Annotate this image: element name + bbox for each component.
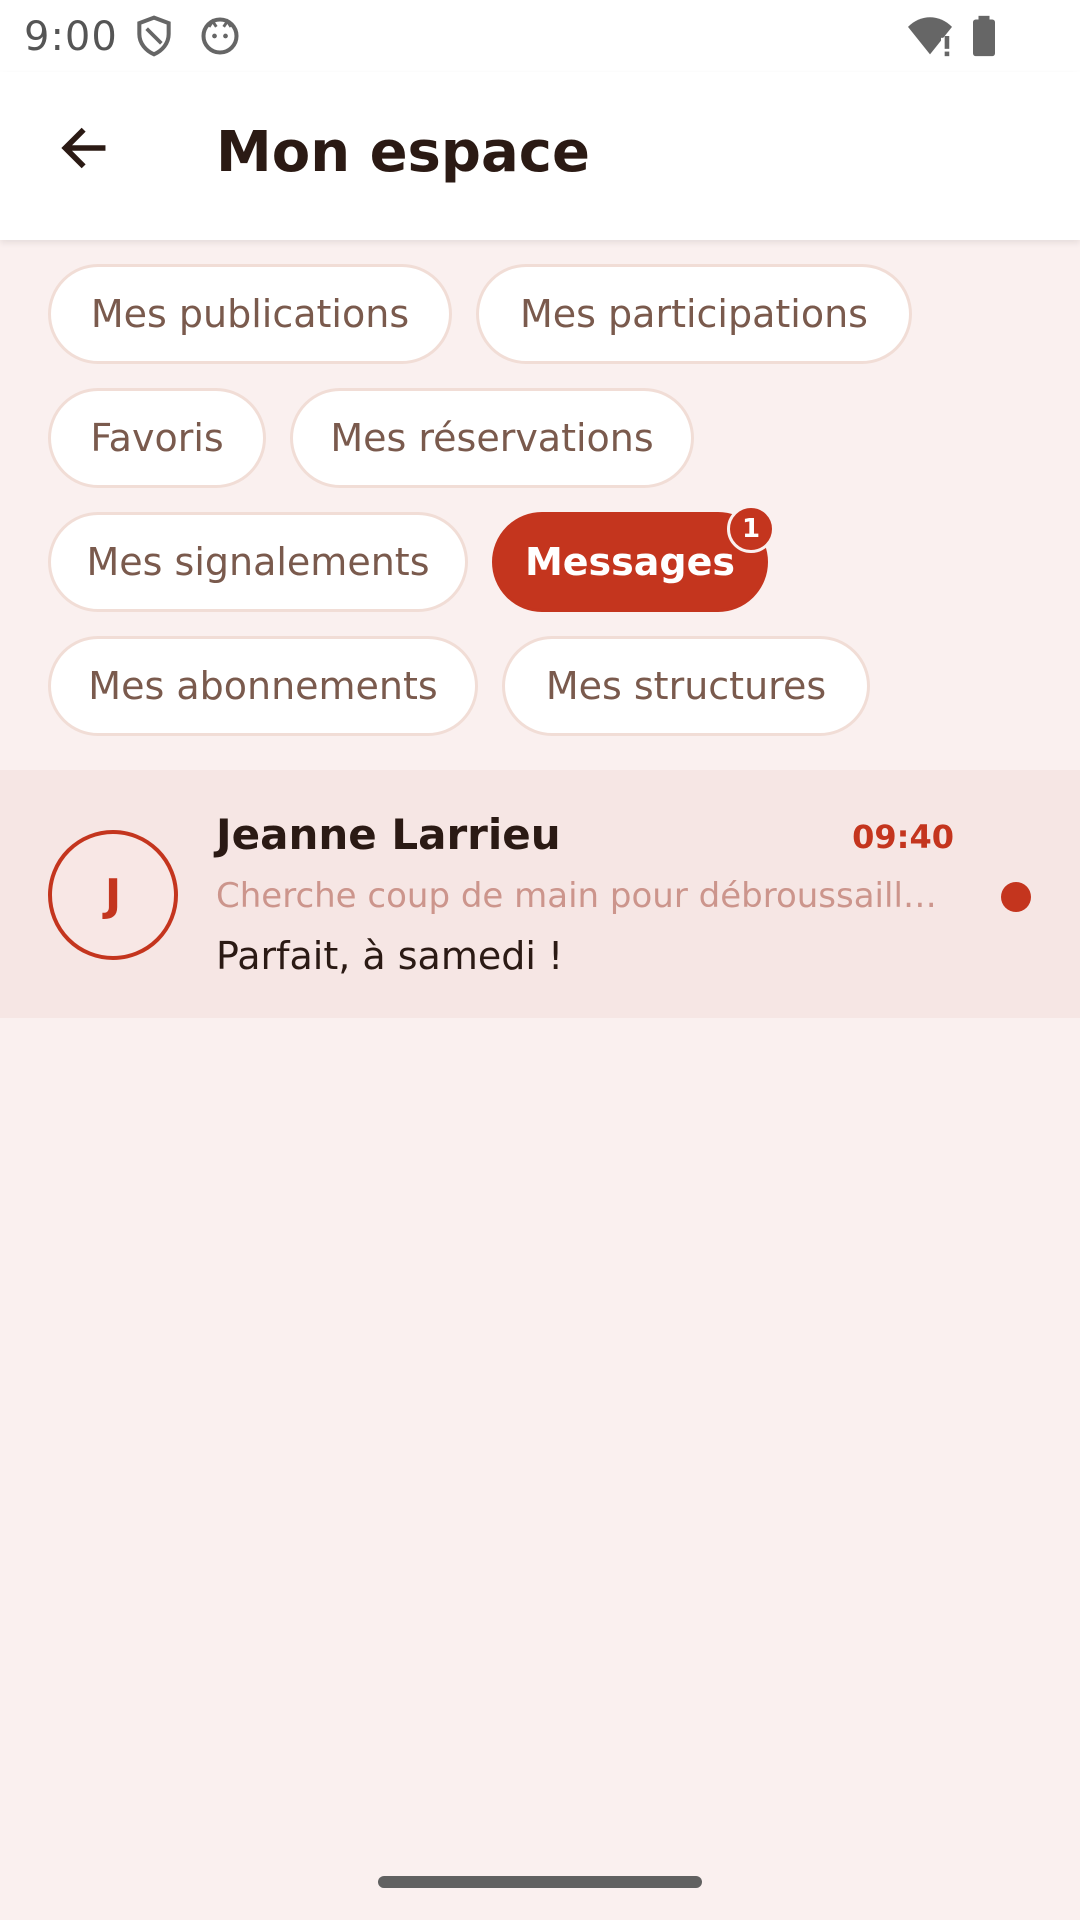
chip-favoris[interactable]: Favoris [48, 388, 266, 488]
shield-icon [132, 14, 176, 58]
back-button[interactable] [44, 110, 124, 190]
avatar: J [48, 830, 178, 960]
conversation-item[interactable]: J Jeanne Larrieu 09:40 Cherche coup de m… [0, 770, 1080, 1018]
chip-messages[interactable]: Messages 1 [492, 505, 775, 612]
filter-chips: Mes publications Mes participations Favo… [48, 264, 1048, 760]
cat-face-icon [198, 14, 242, 58]
wifi-alert-icon [906, 14, 952, 58]
chip-mes-participations[interactable]: Mes participations [476, 264, 912, 364]
app-bar: Mon espace [0, 72, 1080, 240]
conversation-subject: Cherche coup de main pour débroussailla.… [216, 876, 946, 916]
unread-dot [1001, 882, 1031, 912]
status-bar: 9:00 [0, 0, 1080, 72]
status-time: 9:00 [24, 14, 118, 60]
home-indicator[interactable] [378, 1876, 702, 1888]
battery-icon [968, 14, 1012, 58]
chip-mes-signalements[interactable]: Mes signalements [48, 512, 468, 612]
conversation-last-message: Parfait, à samedi ! [216, 934, 564, 978]
page-title: Mon espace [216, 120, 590, 185]
chip-mes-structures[interactable]: Mes structures [502, 636, 870, 736]
chip-mes-reservations[interactable]: Mes réservations [290, 388, 694, 488]
unread-count-badge: 1 [727, 505, 775, 553]
chip-mes-abonnements[interactable]: Mes abonnements [48, 636, 478, 736]
arrow-left-icon [56, 120, 112, 180]
conversation-time: 09:40 [852, 818, 954, 856]
chip-mes-publications[interactable]: Mes publications [48, 264, 452, 364]
conversation-name: Jeanne Larrieu [216, 810, 561, 859]
